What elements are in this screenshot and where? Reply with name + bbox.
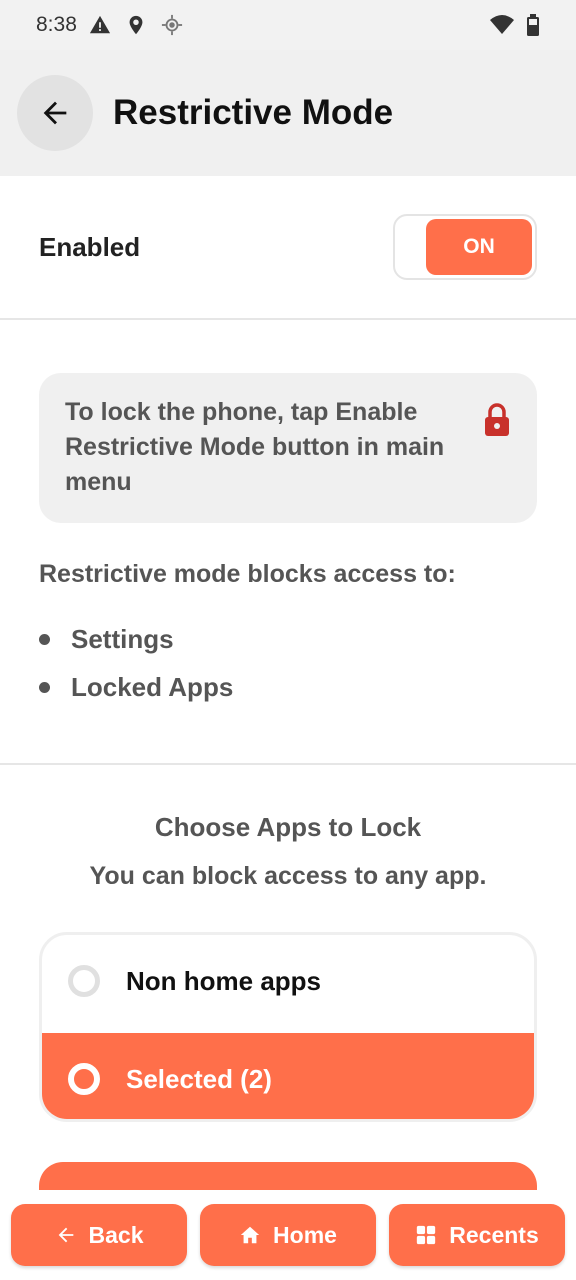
radio-unselected[interactable]	[68, 965, 100, 997]
header-back-button[interactable]	[17, 75, 93, 151]
status-time: 8:38	[36, 13, 77, 36]
bullet-dot	[39, 681, 50, 693]
arrow-left-icon	[58, 1227, 73, 1243]
nav-back-label: Back	[88, 1221, 144, 1248]
nav-recents-button[interactable]: Recents	[389, 1204, 565, 1266]
bullet-dot	[39, 633, 50, 645]
nav-back-button[interactable]: Back	[11, 1204, 187, 1266]
toggle-knob: ON	[426, 219, 532, 275]
home-icon	[240, 1226, 260, 1244]
option-selected-apps[interactable]: Selected (2)	[42, 1033, 534, 1119]
blocks-intro: Restrictive mode blocks access to:	[39, 560, 456, 588]
enabled-row: Enabled ON	[0, 176, 576, 320]
lock-options-group: Non home apps Selected (2)	[39, 932, 537, 1122]
nav-recents-label: Recents	[449, 1221, 539, 1248]
list-item: Locked Apps	[39, 663, 233, 711]
info-text: To lock the phone, tap Enable Restrictiv…	[65, 398, 445, 496]
list-item: Settings	[39, 615, 233, 663]
wifi-icon	[490, 15, 514, 34]
info-box: To lock the phone, tap Enable Restrictiv…	[39, 373, 537, 523]
option-non-home-apps[interactable]: Non home apps	[42, 935, 534, 1027]
arrow-left-icon	[43, 101, 67, 125]
list-item-label: Settings	[71, 623, 174, 654]
nav-home-button[interactable]: Home	[200, 1204, 376, 1266]
option-label: Non home apps	[126, 965, 322, 996]
lock-icon	[485, 403, 509, 436]
choose-subtitle: You can block access to any app.	[89, 862, 487, 890]
gps-icon	[161, 14, 182, 36]
blocked-list: Settings Locked Apps	[39, 615, 233, 711]
list-item-label: Locked Apps	[71, 671, 234, 702]
choose-title: Choose Apps to Lock	[154, 812, 422, 842]
radio-selected[interactable]	[68, 1063, 100, 1095]
nav-home-label: Home	[273, 1221, 337, 1248]
warning-icon	[89, 15, 110, 34]
enabled-label: Enabled	[39, 231, 141, 262]
page-title: Restrictive Mode	[113, 93, 394, 132]
status-bar: 8:38	[0, 0, 576, 50]
section-divider	[0, 763, 576, 765]
location-pin-icon	[129, 15, 143, 35]
option-label: Selected (2)	[126, 1063, 272, 1094]
battery-icon	[527, 14, 539, 36]
enabled-toggle[interactable]: ON	[393, 214, 537, 280]
apps-grid-icon	[417, 1225, 436, 1245]
app-bar: Restrictive Mode	[0, 50, 576, 176]
